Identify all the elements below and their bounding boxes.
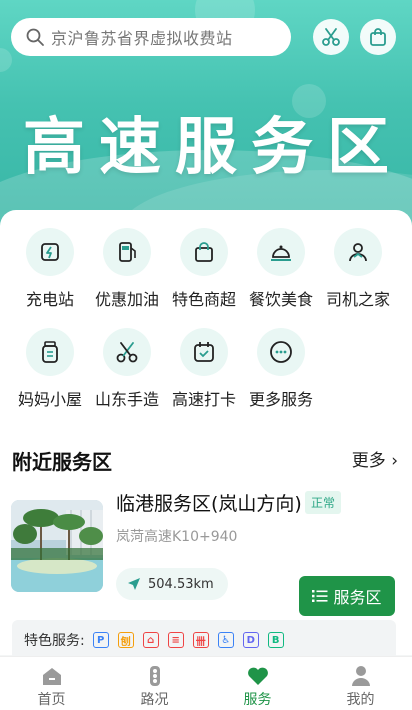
service-handcraft[interactable]: 山东手造	[87, 328, 167, 410]
more-icon	[257, 328, 305, 376]
feature-services-label: 特色服务:	[24, 633, 85, 649]
store-icon: ⌂	[142, 632, 159, 648]
more-link[interactable]: 更多 ›	[352, 446, 398, 471]
scissors-icon	[103, 328, 151, 376]
service-dining[interactable]: 餐饮美食	[241, 228, 321, 310]
service-area-name[interactable]: 临港服务区(岚山方向)	[116, 489, 302, 516]
tab-home[interactable]: 首页	[0, 657, 103, 710]
tab-label: 我的	[346, 692, 375, 708]
search-input[interactable]: 京沪鲁苏省界虚拟收费站	[11, 18, 291, 56]
hotel-icon: 卌	[192, 632, 209, 648]
hero-banner: 京沪鲁苏省界虚拟收费站 高速服务区	[0, 0, 412, 232]
feature-services-bar: 特色服务: P 刨 ⌂ ≡ 卌 ♿ D B	[12, 620, 396, 660]
service-checkin[interactable]: 高速打卡	[164, 328, 244, 410]
user-icon	[351, 666, 370, 686]
service-label: 妈妈小屋	[17, 390, 82, 409]
service-label: 高速打卡	[171, 390, 236, 409]
traffic-light-icon	[149, 666, 160, 686]
bottom-tab-bar: 首页 路况 服务 我的	[0, 656, 412, 710]
service-charging[interactable]: 充电站	[10, 228, 90, 310]
heart-icon	[247, 667, 268, 685]
service-area-photo[interactable]	[11, 500, 103, 592]
accessible-icon: ♿	[217, 632, 234, 648]
dining-bell-icon	[257, 228, 305, 276]
distance-value: 504.53km	[148, 576, 214, 592]
parking-icon: P	[92, 632, 109, 648]
tab-label: 路况	[140, 692, 169, 708]
service-area-road: 岚菏高速K10+940	[116, 529, 238, 545]
hero-bubble	[0, 48, 12, 72]
status-badge: 正常	[305, 491, 342, 514]
service-label: 优惠加油	[94, 290, 159, 309]
service-area-button-label: 服务区	[333, 588, 382, 607]
list-icon	[312, 590, 328, 602]
tab-label: 首页	[37, 692, 66, 708]
scissors-button[interactable]	[313, 19, 349, 55]
navigation-arrow-icon	[128, 578, 140, 590]
repair-icon: 刨	[117, 632, 134, 648]
scissors-icon	[322, 28, 340, 46]
nearby-title: 附近服务区	[12, 450, 112, 474]
tab-service[interactable]: 服务	[206, 657, 309, 710]
service-label: 餐饮美食	[248, 290, 313, 309]
service-label: 更多服务	[248, 390, 313, 409]
service-driver[interactable]: 司机之家	[318, 228, 398, 310]
driver-icon	[334, 228, 382, 276]
service-fuel[interactable]: 优惠加油	[87, 228, 167, 310]
service-label: 特色商超	[171, 290, 236, 309]
service-label: 司机之家	[325, 290, 390, 309]
distance-chip[interactable]: 504.53km	[116, 568, 228, 600]
fuel-station-icon: D	[242, 632, 259, 648]
shopping-bag-icon	[180, 228, 228, 276]
fuel-icon	[103, 228, 151, 276]
charging-station-icon: B	[267, 632, 284, 648]
search-placeholder: 京沪鲁苏省界虚拟收费站	[51, 29, 233, 48]
service-more[interactable]: 更多服务	[241, 328, 321, 410]
calendar-check-icon	[180, 328, 228, 376]
service-label: 山东手造	[94, 390, 159, 409]
service-area-button[interactable]: 服务区	[299, 576, 395, 616]
search-icon	[26, 28, 44, 46]
charging-icon	[26, 228, 74, 276]
baby-bottle-icon	[26, 328, 74, 376]
home-icon	[42, 668, 61, 685]
restaurant-icon: ≡	[167, 632, 184, 648]
tab-label: 服务	[243, 692, 272, 708]
tab-profile[interactable]: 我的	[309, 657, 412, 710]
tab-traffic[interactable]: 路况	[103, 657, 206, 710]
hero-title: 高速服务区	[22, 110, 403, 183]
service-label: 充电站	[25, 290, 74, 309]
shopping-bag-icon	[370, 28, 386, 46]
shopping-bag-button[interactable]	[360, 19, 396, 55]
service-shop[interactable]: 特色商超	[164, 228, 244, 310]
service-mom-room[interactable]: 妈妈小屋	[10, 328, 90, 410]
